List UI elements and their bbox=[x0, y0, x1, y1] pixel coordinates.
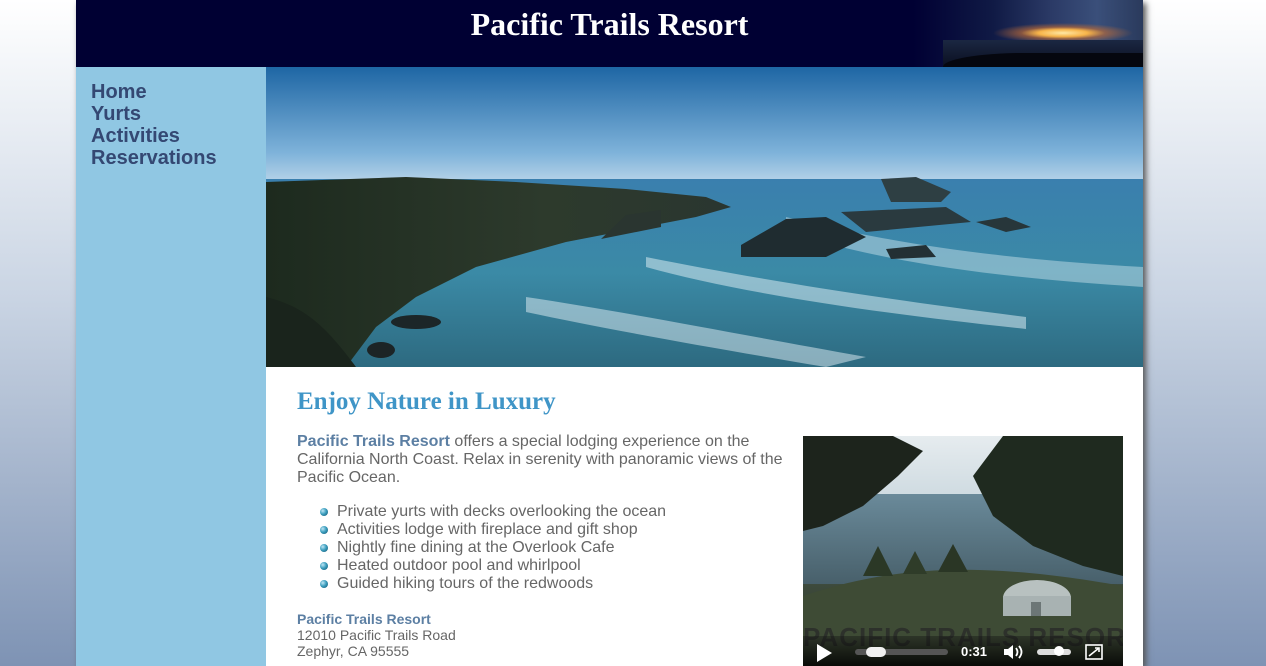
nav-link-home[interactable]: Home bbox=[91, 81, 147, 103]
nav-link-yurts[interactable]: Yurts bbox=[91, 103, 141, 125]
feature-list: Private yurts with decks overlooking the… bbox=[297, 503, 817, 593]
feature-text: Activities lodge with fireplace and gift… bbox=[337, 521, 638, 538]
main-content: Enjoy Nature in Luxury Pacific Trails Re… bbox=[266, 367, 1143, 666]
main-nav: Home Yurts Activities Reservations bbox=[76, 67, 266, 666]
nav-item-reservations: Reservations bbox=[91, 147, 266, 169]
intro-resort-name: Pacific Trails Resort bbox=[297, 433, 450, 450]
feature-text: Nightly fine dining at the Overlook Cafe bbox=[337, 539, 615, 556]
list-item: Activities lodge with fireplace and gift… bbox=[320, 521, 817, 539]
page-heading: Enjoy Nature in Luxury bbox=[297, 388, 556, 415]
list-item: Guided hiking tours of the redwoods bbox=[320, 575, 817, 593]
list-item: Private yurts with decks overlooking the… bbox=[320, 503, 817, 521]
bullet-icon bbox=[320, 526, 328, 534]
volume-slider-thumb[interactable] bbox=[1054, 646, 1064, 656]
nav-item-home: Home bbox=[91, 81, 266, 103]
intro-paragraph: Pacific Trails Resort offers a special l… bbox=[297, 433, 787, 487]
nav-item-activities: Activities bbox=[91, 125, 266, 147]
list-item: Heated outdoor pool and whirlpool bbox=[320, 557, 817, 575]
address-street: 12010 Pacific Trails Road bbox=[297, 627, 456, 643]
nav-item-yurts: Yurts bbox=[91, 103, 266, 125]
site-header: Pacific Trails Resort bbox=[76, 0, 1143, 67]
bullet-icon bbox=[320, 580, 328, 588]
site-title: Pacific Trails Resort bbox=[470, 6, 749, 42]
play-icon[interactable] bbox=[817, 644, 832, 662]
nav-link-reservations[interactable]: Reservations bbox=[91, 147, 217, 169]
contact-address: Pacific Trails Resort 12010 Pacific Trai… bbox=[297, 611, 456, 659]
bullet-icon bbox=[320, 562, 328, 570]
video-controls: 0:31 bbox=[803, 636, 1123, 666]
feature-text: Guided hiking tours of the redwoods bbox=[337, 575, 594, 592]
nav-link-activities[interactable]: Activities bbox=[91, 125, 180, 147]
video-player[interactable]: PACIFIC TRAILS RESORT 0:31 bbox=[803, 436, 1123, 666]
video-time: 0:31 bbox=[961, 644, 988, 659]
page-wrapper: Pacific Trails Resort Home Yurts Activit… bbox=[76, 0, 1143, 666]
list-item: Nightly fine dining at the Overlook Cafe bbox=[320, 539, 817, 557]
hero-coastline-image bbox=[266, 67, 1143, 367]
video-progress-thumb[interactable] bbox=[866, 647, 886, 657]
address-city: Zephyr, CA 95555 bbox=[297, 643, 410, 659]
feature-text: Heated outdoor pool and whirlpool bbox=[337, 557, 581, 574]
feature-text: Private yurts with decks overlooking the… bbox=[337, 503, 667, 520]
address-name: Pacific Trails Resort bbox=[297, 611, 431, 627]
bullet-icon bbox=[320, 544, 328, 552]
bullet-icon bbox=[320, 508, 328, 516]
